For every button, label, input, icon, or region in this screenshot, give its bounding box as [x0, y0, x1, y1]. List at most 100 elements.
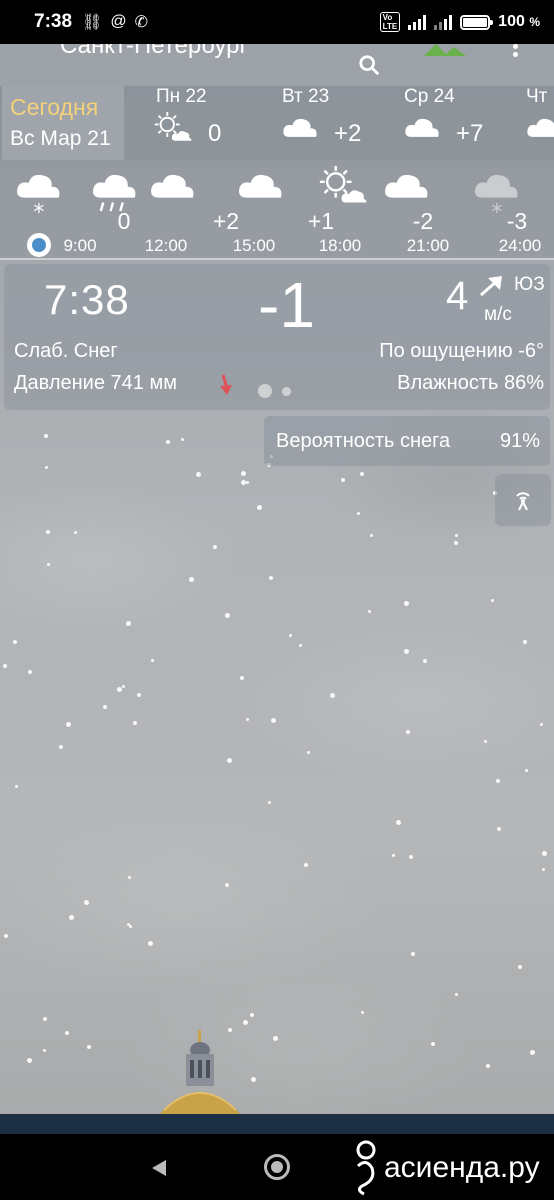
snowflake	[45, 466, 48, 469]
pressure-trend-down-icon	[220, 374, 232, 395]
snowflake	[525, 769, 528, 772]
svg-text:*: *	[33, 201, 44, 222]
snow-icon: *	[475, 174, 518, 222]
snowflake	[289, 634, 292, 637]
divider	[0, 258, 554, 260]
snowflake	[357, 512, 360, 515]
snowflake	[122, 685, 125, 688]
snowflake	[273, 1036, 278, 1041]
snow-probability-card[interactable]: Вероятность снега 91%	[264, 416, 550, 466]
cloud-icon	[385, 174, 428, 198]
snowflake	[43, 1049, 46, 1052]
humidity: Влажность 86%	[397, 372, 544, 394]
search-icon[interactable]	[358, 54, 380, 76]
snowflake	[518, 965, 522, 969]
condition-text: Слаб. Снег	[14, 340, 118, 362]
snowflake	[484, 740, 487, 743]
snowflake	[361, 1011, 364, 1014]
snowflake	[454, 541, 458, 545]
wind-direction: ЮЗ	[514, 274, 545, 295]
wind-speed: 4	[446, 274, 469, 318]
snowflake	[241, 480, 246, 485]
snowflake	[251, 1077, 256, 1082]
current-conditions-card[interactable]: 7:38 -1 4 ЮЗ м/с Слаб. Снег По ощущению …	[4, 264, 550, 410]
snowflake	[486, 1064, 490, 1068]
snowflake	[406, 730, 410, 734]
hour-time: 12:00	[144, 236, 188, 255]
snowflake	[126, 621, 131, 626]
snowflake	[3, 664, 7, 668]
snowflake	[542, 868, 545, 871]
hour-time: 18:00	[318, 236, 362, 255]
day-temperature: +2	[334, 120, 362, 147]
snowflake	[250, 1013, 254, 1017]
tab-today[interactable]: Сегодня Вс Мар 21	[2, 86, 124, 160]
snowflake	[404, 649, 409, 654]
battery-icon	[460, 14, 494, 30]
snowflake	[368, 610, 371, 613]
snowflake	[227, 758, 232, 763]
app-header: Санкт-Петербург	[0, 44, 554, 86]
hourly-forecast-strip: * 9:00 0 12:00 +2 15:00 +1 18:00 -2 21:00 -3 24:00 *	[0, 160, 554, 258]
snowflake	[189, 577, 194, 582]
day-name[interactable]: Вт 23	[282, 86, 329, 108]
city-name[interactable]: Санкт-Петербург	[60, 44, 248, 60]
radar-button[interactable]	[495, 474, 551, 526]
snowflake	[540, 723, 543, 726]
watermark-text: асиенда.ру	[384, 1151, 540, 1184]
cloud-icon	[527, 118, 554, 137]
snowflake	[246, 481, 249, 484]
snowflake	[181, 438, 184, 441]
snowflake	[84, 900, 89, 905]
snowflake	[166, 440, 170, 444]
ad-strip	[0, 1114, 554, 1134]
daily-forecast-strip: Сегодня Вс Мар 21 Пн 22 0 Вт 23 +2 Ср 24 +7 Чт	[0, 86, 554, 160]
today-date: Вс Мар 21	[10, 127, 111, 150]
whatsapp-icon: ✆	[134, 14, 148, 31]
snowflake	[44, 434, 48, 438]
cloud-icon	[283, 118, 317, 137]
snowflake	[133, 721, 137, 725]
snowflake	[151, 659, 154, 662]
snowflake	[117, 687, 122, 692]
snowflake	[243, 1020, 248, 1025]
snowflake	[59, 745, 63, 749]
landscape-icon[interactable]	[424, 44, 466, 56]
snow-icon: *	[17, 174, 60, 222]
day-name[interactable]: Ср 24	[404, 86, 455, 108]
snowflake	[542, 851, 547, 856]
snowflake	[15, 785, 18, 788]
at-icon: @	[110, 13, 127, 30]
sun-cloud-icon	[154, 112, 192, 141]
snowflake	[409, 855, 413, 859]
day-temperature: +7	[456, 120, 484, 147]
cathedral-dome-image	[158, 1030, 242, 1116]
snowflake	[27, 1058, 32, 1063]
more-menu-icon[interactable]	[508, 44, 522, 62]
day-name[interactable]: Пн 22	[156, 86, 207, 108]
snowflake	[307, 751, 310, 754]
snowflake	[225, 883, 229, 887]
cloud-icon	[239, 174, 282, 198]
snowflake	[43, 1017, 47, 1021]
snowflake	[341, 478, 345, 482]
radar-icon	[516, 492, 530, 511]
home-icon[interactable]	[264, 1154, 290, 1180]
day-name[interactable]: Чт	[526, 86, 547, 108]
snowflake	[455, 993, 458, 996]
snowflake	[455, 534, 458, 537]
watermark-logo-icon	[356, 1140, 376, 1196]
current-hour-indicator	[27, 233, 51, 257]
snow-probability-value: 91%	[499, 429, 540, 452]
page-indicator	[258, 384, 291, 398]
status-time: 7:38	[34, 11, 73, 32]
cloud-icon	[151, 174, 194, 198]
signal-icon	[434, 14, 453, 30]
snowflake	[103, 705, 107, 709]
snowflake	[370, 534, 373, 537]
hour-time: 21:00	[406, 236, 450, 255]
status-bar: 7:38 ⛓ @ ✆ Vo LTE 100 %	[0, 0, 554, 44]
back-icon[interactable]	[150, 1158, 168, 1178]
snowflake	[496, 779, 500, 783]
wind-direction-icon	[480, 276, 502, 297]
